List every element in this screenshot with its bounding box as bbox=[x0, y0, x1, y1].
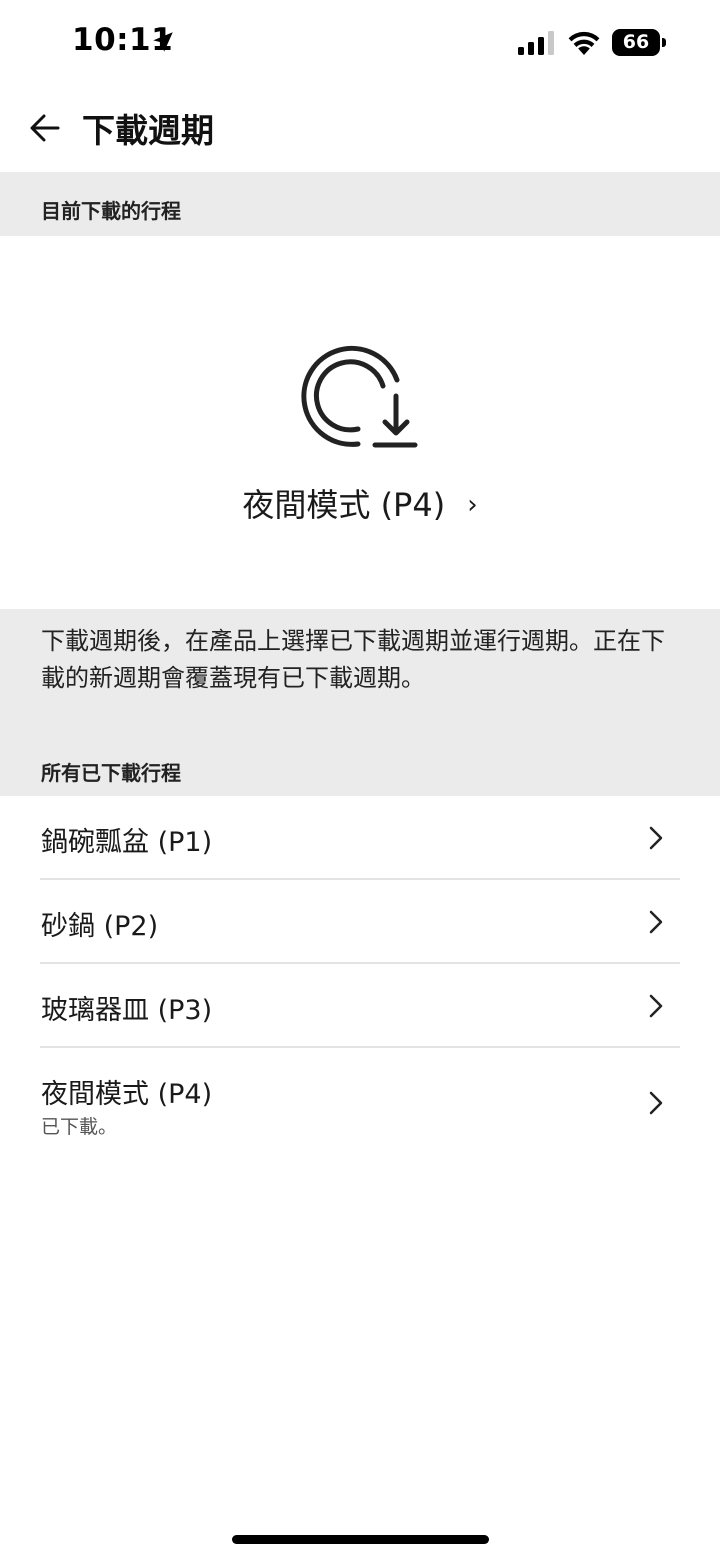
all-cycles-header: 所有已下載行程 bbox=[41, 761, 181, 785]
page-title: 下載週期 bbox=[82, 111, 214, 150]
back-arrow-icon[interactable] bbox=[24, 106, 68, 150]
downloaded-cycles-list: 鍋碗瓢盆 (P1) 砂鍋 (P2) 玻璃器皿 (P3) 夜間模式 (P4) 已下… bbox=[0, 796, 720, 1154]
current-cycle-header-label: 目前下載的行程 bbox=[41, 199, 181, 223]
home-indicator bbox=[232, 1535, 489, 1544]
current-cycle-name: 夜間模式 (P4) bbox=[242, 486, 446, 524]
current-cycle-section: 夜間模式 (P4) › bbox=[0, 236, 720, 609]
chevron-right-icon bbox=[649, 1091, 663, 1115]
chevron-right-icon bbox=[649, 910, 663, 934]
list-item-p4[interactable]: 夜間模式 (P4) 已下載。 bbox=[0, 1048, 720, 1154]
list-item-label: 鍋碗瓢盆 (P1) bbox=[41, 827, 213, 858]
wifi-icon bbox=[568, 31, 600, 55]
nav-bar: 下載週期 bbox=[0, 86, 720, 172]
battery-indicator: 66 bbox=[612, 29, 666, 56]
list-item-status: 已下載。 bbox=[41, 1116, 118, 1138]
info-block: 下載週期後，在產品上選擇已下載週期並運行週期。正在下載的新週期會覆蓋現有已下載週… bbox=[0, 609, 720, 796]
list-item-p3[interactable]: 玻璃器皿 (P3) bbox=[0, 964, 720, 1048]
cycle-download-icon bbox=[301, 345, 418, 448]
current-cycle-link[interactable]: 夜間模式 (P4) › bbox=[0, 480, 720, 526]
info-text: 下載週期後，在產品上選擇已下載週期並運行週期。正在下載的新週期會覆蓋現有已下載週… bbox=[41, 627, 665, 692]
list-item-label: 夜間模式 (P4) bbox=[41, 1079, 213, 1110]
cellular-signal-icon bbox=[518, 31, 554, 55]
battery-level: 66 bbox=[612, 29, 660, 56]
battery-tip bbox=[662, 38, 666, 47]
chevron-right-icon bbox=[649, 826, 663, 850]
status-bar: 10:11 66 bbox=[0, 0, 720, 86]
list-item-label: 砂鍋 (P2) bbox=[41, 911, 159, 942]
list-item-label: 玻璃器皿 (P3) bbox=[41, 995, 213, 1026]
list-item-p2[interactable]: 砂鍋 (P2) bbox=[0, 880, 720, 964]
chevron-right-icon bbox=[649, 994, 663, 1018]
location-arrow-icon bbox=[153, 32, 173, 52]
list-item-p1[interactable]: 鍋碗瓢盆 (P1) bbox=[0, 796, 720, 880]
chevron-right-icon: › bbox=[467, 490, 478, 520]
current-cycle-header: 目前下載的行程 bbox=[0, 172, 720, 236]
